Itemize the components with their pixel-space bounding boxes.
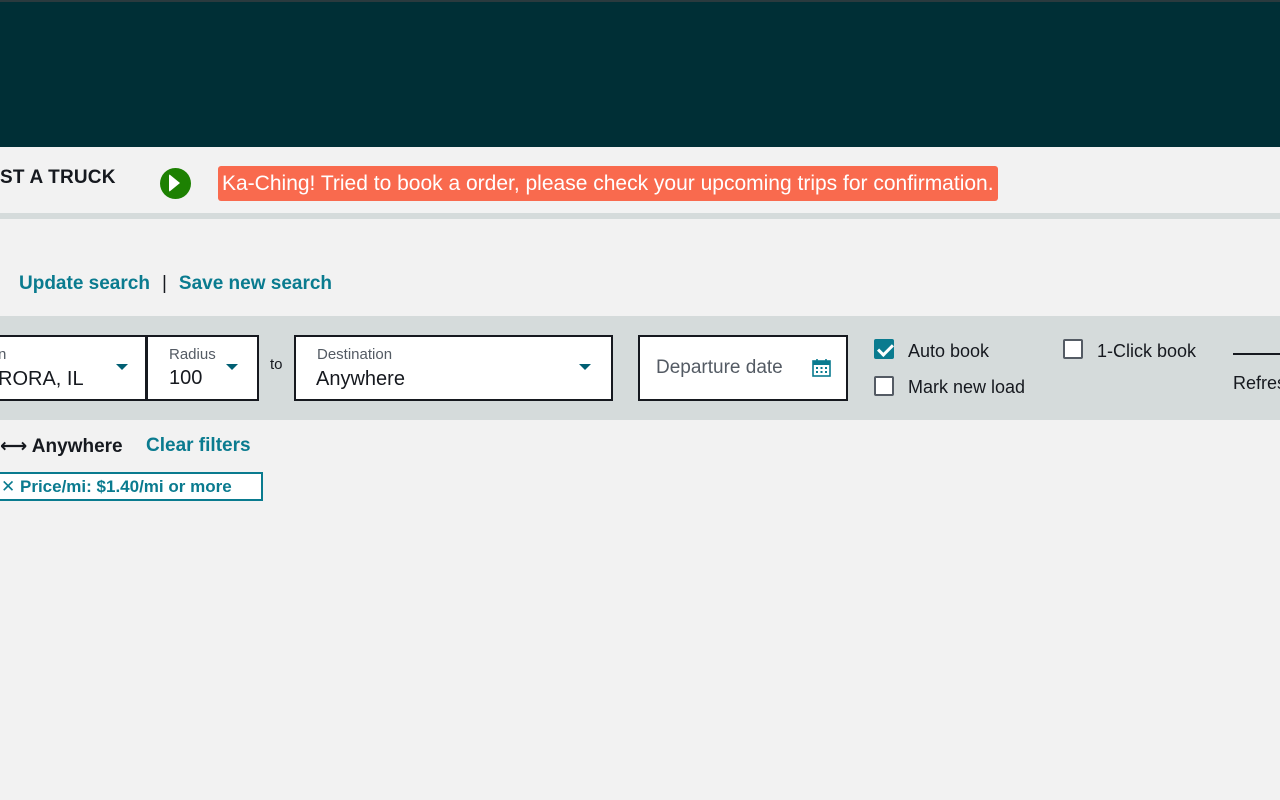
one-click-book-label: 1-Click book	[1097, 341, 1197, 361]
booking-notification-banner: Ka-Ching! Tried to book a order, please …	[218, 166, 998, 201]
links-separator: |	[161, 273, 167, 294]
route-summary: ⟷ Anywhere	[0, 436, 123, 457]
origin-value: RORA, IL	[0, 368, 84, 390]
post-a-truck-tab[interactable]: ST A TRUCK	[0, 167, 116, 189]
clear-filters-link[interactable]: Clear filters	[146, 435, 251, 457]
destination-label: Destination	[317, 346, 393, 363]
chevron-down-icon	[226, 364, 238, 370]
top-header-bar	[0, 0, 1280, 147]
origin-dropdown[interactable]: n RORA, IL	[0, 335, 147, 401]
destination-dropdown[interactable]: Destination Anywhere	[294, 335, 613, 401]
auto-book-label: Auto book	[908, 341, 990, 361]
radius-value: 100	[169, 367, 203, 389]
to-label: to	[270, 356, 283, 373]
radius-dropdown[interactable]: Radius 100	[146, 335, 259, 401]
refresh-divider	[1233, 353, 1280, 355]
destination-value: Anywhere	[316, 368, 405, 390]
sub-header-divider	[0, 213, 1280, 219]
chevron-down-icon	[579, 364, 591, 370]
calendar-icon[interactable]	[812, 358, 831, 377]
origin-label: n	[0, 346, 7, 363]
search-links: Update search | Save new search	[19, 273, 332, 295]
close-icon[interactable]: ✕	[1, 474, 15, 499]
auto-book-checkbox[interactable]	[874, 339, 894, 359]
play-circle-icon[interactable]	[160, 168, 191, 199]
radius-label: Radius	[169, 346, 216, 363]
update-search-link[interactable]: Update search	[19, 273, 150, 294]
refresh-label[interactable]: Refres	[1233, 373, 1280, 394]
save-new-search-link[interactable]: Save new search	[179, 273, 332, 294]
one-click-book-checkbox[interactable]	[1063, 339, 1083, 359]
header-top-edge	[0, 0, 1280, 2]
chevron-down-icon	[116, 364, 128, 370]
mark-new-load-checkbox[interactable]	[874, 376, 894, 396]
price-per-mile-filter-chip[interactable]: ✕ Price/mi: $1.40/mi or more	[0, 472, 263, 501]
mark-new-load-label: Mark new load	[908, 377, 1026, 397]
departure-date-placeholder: Departure date	[656, 357, 783, 378]
filter-chip-label: Price/mi: $1.40/mi or more	[20, 477, 232, 496]
